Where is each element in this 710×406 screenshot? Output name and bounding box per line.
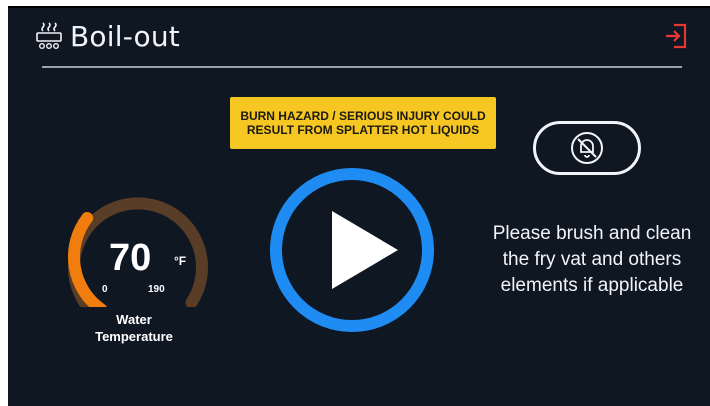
warning-line-2: RESULT FROM SPLATTER HOT LIQUIDS <box>246 123 480 137</box>
temperature-label-line-2: Temperature <box>95 329 173 344</box>
water-temperature-label: Water Temperature <box>78 311 190 345</box>
boil-icon <box>36 22 62 50</box>
bell-slash-icon <box>571 132 603 164</box>
header-divider <box>42 66 682 68</box>
page-title: Boil-out <box>70 19 180 53</box>
gauge-max-label: 190 <box>148 284 165 295</box>
boil-out-screen: Boil-out BURN HAZARD / SERIOUS INJURY CO… <box>8 6 710 406</box>
gauge-min-label: 0 <box>102 284 108 295</box>
exit-icon[interactable] <box>664 22 688 50</box>
start-boil-out-button[interactable] <box>268 166 436 334</box>
temperature-value: 70 <box>109 237 152 279</box>
temperature-label-line-1: Water <box>116 312 152 327</box>
mute-alarm-button[interactable] <box>533 121 641 175</box>
cleaning-instructions: Please brush and clean the fry vat and o… <box>474 221 710 299</box>
header: Boil-out <box>34 14 180 58</box>
play-icon <box>332 211 398 289</box>
temperature-unit: °F <box>174 254 187 268</box>
burn-hazard-warning: BURN HAZARD / SERIOUS INJURY COULD RESUL… <box>230 97 496 149</box>
instructions-line-1: Please brush and clean <box>492 223 692 244</box>
warning-line-1: BURN HAZARD / SERIOUS INJURY COULD <box>240 109 486 123</box>
instructions-line-2: the fry vat and others <box>502 249 682 270</box>
instructions-line-3: elements if applicable <box>500 275 684 296</box>
